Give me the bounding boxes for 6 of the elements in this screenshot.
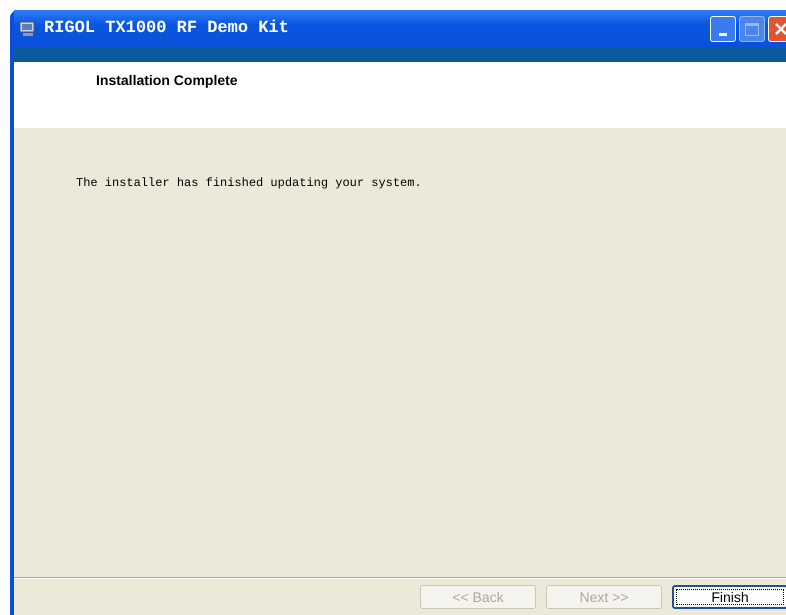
window-title: RIGOL TX1000 RF Demo Kit [44,18,289,40]
wizard-button[interactable]: Finish [672,585,786,609]
message-text: The installer has finished updating your system. [76,176,422,190]
header-title: Installation Complete [96,72,238,88]
minimize-button[interactable] [710,16,736,42]
close-icon [774,22,786,36]
